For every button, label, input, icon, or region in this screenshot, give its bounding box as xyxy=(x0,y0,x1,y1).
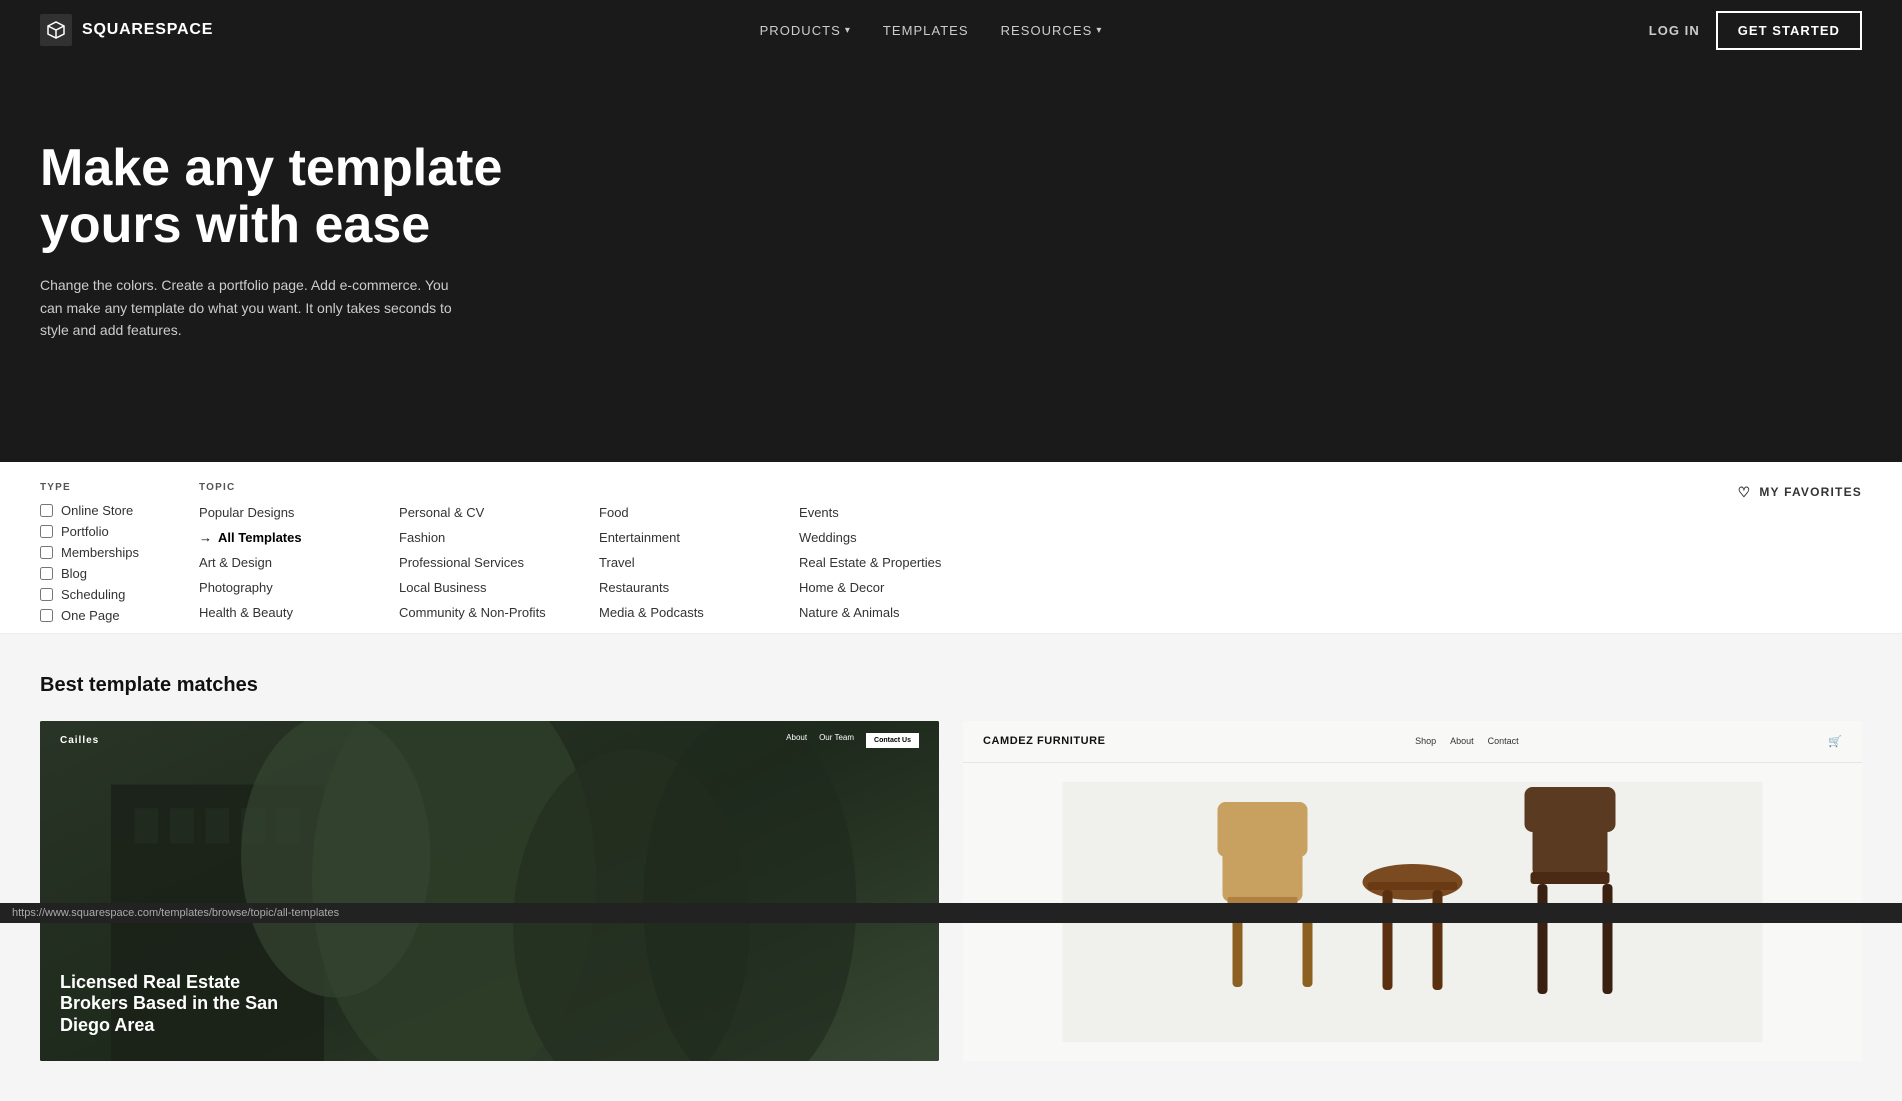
hero-section: Make any template yours with ease Change… xyxy=(0,60,1902,462)
products-chevron-icon: ▾ xyxy=(845,25,851,36)
topic-columns: Popular Designs All Templates Art & Desi… xyxy=(199,503,1678,622)
cailles-preview: Cailles About Our Team Contact Us Licens… xyxy=(40,721,939,1061)
camdez-nav: CAMDEZ FURNITURE Shop About Contact 🛒 xyxy=(963,721,1862,763)
favorites-button[interactable]: ♡ MY FAVORITES xyxy=(1738,482,1862,501)
type-checkbox-online-store[interactable] xyxy=(40,504,53,517)
main-nav: SQUARESPACE PRODUCTS ▾ TEMPLATES RESOURC… xyxy=(0,0,1902,60)
status-url: https://www.squarespace.com/templates/br… xyxy=(12,907,339,919)
template-card-cailles[interactable]: Cailles About Our Team Contact Us Licens… xyxy=(40,721,939,1061)
topic-col-3: Food Entertainment Travel Restaurants Me… xyxy=(599,503,759,622)
topic-label: TOPIC xyxy=(199,482,1678,493)
type-item-blog[interactable]: Blog xyxy=(40,566,139,581)
section-title: Best template matches xyxy=(40,674,1862,697)
topic-professional-services[interactable]: Professional Services xyxy=(399,553,559,572)
topic-real-estate[interactable]: Real Estate & Properties xyxy=(799,553,959,572)
topic-col-4: Events Weddings Real Estate & Properties… xyxy=(799,503,959,622)
camdez-nav-links: Shop About Contact xyxy=(1415,736,1519,746)
nav-right-actions: LOG IN GET STARTED xyxy=(1649,11,1862,50)
topic-col-2: Personal & CV Fashion Professional Servi… xyxy=(399,503,559,622)
cailles-text-overlay: Licensed Real EstateBrokers Based in the… xyxy=(40,948,939,1061)
camdez-cart-icon: 🛒 xyxy=(1828,735,1842,748)
topic-photography[interactable]: Photography xyxy=(199,578,359,597)
type-item-scheduling[interactable]: Scheduling xyxy=(40,587,139,602)
cailles-contact-btn: Contact Us xyxy=(866,733,919,748)
topic-travel[interactable]: Travel xyxy=(599,553,759,572)
topic-filter-group: TOPIC Popular Designs All Templates Art … xyxy=(199,482,1678,622)
type-items: Online Store Portfolio Memberships Blog … xyxy=(40,503,139,623)
camdez-about-link: About xyxy=(1450,736,1474,746)
main-content: Best template matches xyxy=(0,634,1902,1101)
template-card-camdez[interactable]: CAMDEZ FURNITURE Shop About Contact 🛒 xyxy=(963,721,1862,1061)
nav-resources[interactable]: RESOURCES ▾ xyxy=(1001,23,1103,38)
camdez-contact-link: Contact xyxy=(1488,736,1519,746)
squarespace-logo-icon xyxy=(40,14,72,46)
camdez-logo: CAMDEZ FURNITURE xyxy=(983,735,1105,747)
type-item-one-page[interactable]: One Page xyxy=(40,608,139,623)
topic-art-design[interactable]: Art & Design xyxy=(199,553,359,572)
camdez-shop-link: Shop xyxy=(1415,736,1436,746)
logo-text: SQUARESPACE xyxy=(82,21,213,39)
type-checkbox-memberships[interactable] xyxy=(40,546,53,559)
topic-events[interactable]: Events xyxy=(799,503,959,522)
cailles-background: Cailles About Our Team Contact Us Licens… xyxy=(40,721,939,1061)
topic-home-decor[interactable]: Home & Decor xyxy=(799,578,959,597)
nav-templates[interactable]: TEMPLATES xyxy=(883,23,969,38)
type-checkbox-portfolio[interactable] xyxy=(40,525,53,538)
topic-fashion[interactable]: Fashion xyxy=(399,528,559,547)
topic-col-1: Popular Designs All Templates Art & Desi… xyxy=(199,503,359,622)
topic-food[interactable]: Food xyxy=(599,503,759,522)
topic-health-beauty[interactable]: Health & Beauty xyxy=(199,603,359,622)
type-label: TYPE xyxy=(40,482,139,493)
topic-nature-animals[interactable]: Nature & Animals xyxy=(799,603,959,622)
template-grid: Cailles About Our Team Contact Us Licens… xyxy=(40,721,1862,1061)
get-started-button[interactable]: GET STARTED xyxy=(1716,11,1862,50)
topic-popular-designs[interactable]: Popular Designs xyxy=(199,503,359,522)
filter-bar: TYPE Online Store Portfolio Memberships … xyxy=(0,462,1902,634)
login-button[interactable]: LOG IN xyxy=(1649,23,1700,38)
topic-community-nonprofits[interactable]: Community & Non-Profits xyxy=(399,603,559,622)
nav-products[interactable]: PRODUCTS ▾ xyxy=(760,23,851,38)
hero-title: Make any template yours with ease xyxy=(40,140,640,254)
cailles-nav: Cailles About Our Team Contact Us xyxy=(40,721,939,760)
logo[interactable]: SQUARESPACE xyxy=(40,14,213,46)
type-checkbox-scheduling[interactable] xyxy=(40,588,53,601)
topic-entertainment[interactable]: Entertainment xyxy=(599,528,759,547)
cailles-about-link: About xyxy=(786,733,807,748)
nav-links: PRODUCTS ▾ TEMPLATES RESOURCES ▾ xyxy=(760,23,1103,38)
type-checkbox-one-page[interactable] xyxy=(40,609,53,622)
cailles-nav-links: About Our Team Contact Us xyxy=(786,733,919,748)
camdez-preview: CAMDEZ FURNITURE Shop About Contact 🛒 xyxy=(963,721,1862,1061)
resources-chevron-icon: ▾ xyxy=(1096,25,1102,36)
cailles-headline: Licensed Real EstateBrokers Based in the… xyxy=(60,972,919,1037)
topic-personal-cv[interactable]: Personal & CV xyxy=(399,503,559,522)
cailles-logo: Cailles xyxy=(60,735,99,746)
topic-all-templates[interactable]: All Templates xyxy=(199,528,359,547)
topic-restaurants[interactable]: Restaurants xyxy=(599,578,759,597)
type-filter-group: TYPE Online Store Portfolio Memberships … xyxy=(40,482,139,623)
type-checkbox-blog[interactable] xyxy=(40,567,53,580)
favorites-label: MY FAVORITES xyxy=(1759,485,1862,499)
hero-description: Change the colors. Create a portfolio pa… xyxy=(40,274,460,341)
status-bar: https://www.squarespace.com/templates/br… xyxy=(0,903,1902,923)
topic-weddings[interactable]: Weddings xyxy=(799,528,959,547)
type-item-portfolio[interactable]: Portfolio xyxy=(40,524,139,539)
topic-local-business[interactable]: Local Business xyxy=(399,578,559,597)
heart-icon: ♡ xyxy=(1738,484,1752,501)
type-item-memberships[interactable]: Memberships xyxy=(40,545,139,560)
type-item-online-store[interactable]: Online Store xyxy=(40,503,139,518)
cailles-ourteam-link: Our Team xyxy=(819,733,854,748)
topic-media-podcasts[interactable]: Media & Podcasts xyxy=(599,603,759,622)
